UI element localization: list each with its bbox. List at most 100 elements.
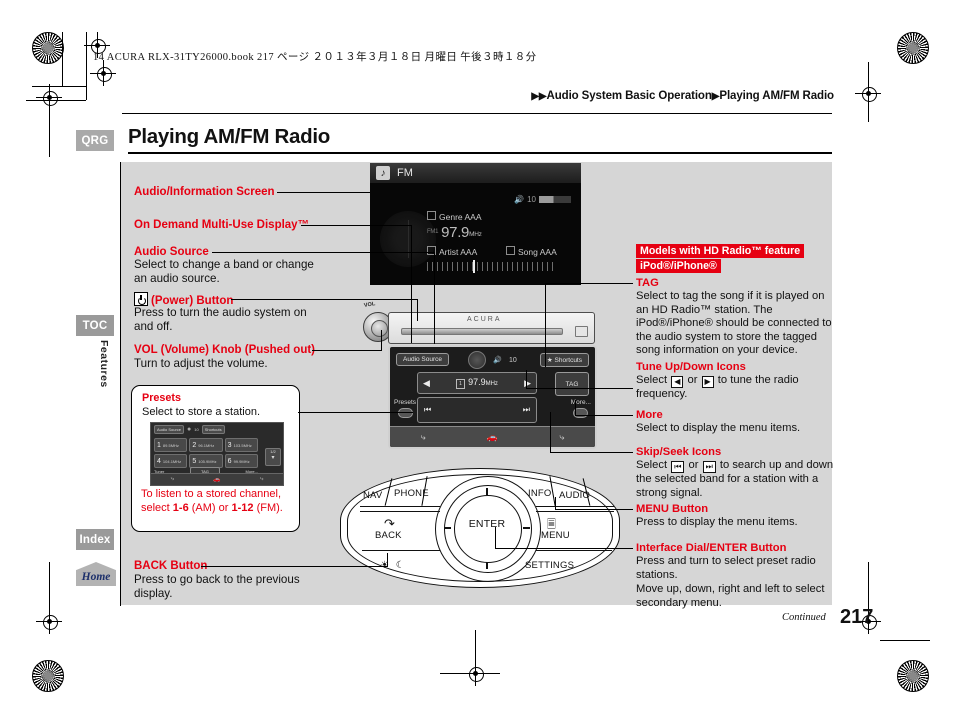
skip-back-icon[interactable]: ⏮	[424, 405, 431, 415]
genre-icon	[427, 211, 436, 220]
vol-knob-label: VOL	[363, 301, 376, 309]
leader-tune-v	[526, 370, 527, 389]
leader-odmd-v	[411, 225, 412, 343]
screen-title-bar: ♪ FM	[370, 163, 581, 183]
odmd-bottom-bar: ⤷ 🚗 ⤷	[390, 426, 595, 447]
leader-dial	[495, 548, 633, 549]
presets-knob-area[interactable]: Presets	[394, 399, 416, 418]
label-tag: TAG	[636, 277, 659, 289]
preset-number: 2	[192, 441, 197, 449]
controller-divider-left	[360, 506, 440, 508]
controller-button-settings[interactable]: SETTINGS	[525, 560, 574, 571]
text-interface-dial-1: Press and turn to select preset radio st…	[636, 555, 816, 581]
enter-button[interactable]: ENTER	[454, 518, 520, 530]
tag-button[interactable]: TAG	[555, 372, 589, 396]
presets-callout: Presets Select to store a station. Audio…	[131, 385, 300, 532]
controller-button-info[interactable]: INFO	[528, 488, 552, 499]
presets-callout-title: Presets	[142, 392, 182, 404]
label-power-button: (Power) Button	[134, 292, 233, 307]
preset-button[interactable]: 6 99.9MHz	[224, 454, 258, 468]
dial-tick-right	[523, 527, 530, 529]
note-range-am: 1-6	[172, 501, 189, 514]
controller-button-phone[interactable]: PHONE	[394, 488, 429, 499]
controller-divider-right	[536, 506, 614, 508]
label-vol-knob: VOL (Volume) Knob (Pushed out)	[134, 344, 316, 356]
sidebar-item-index[interactable]: Index	[76, 529, 114, 550]
header-rule	[122, 113, 832, 114]
label-audio-information-screen: Audio/Information Screen	[134, 186, 275, 198]
label-back-button: BACK Button	[134, 560, 208, 572]
leader-menu	[555, 509, 633, 510]
skip-forward-icon[interactable]: ⏭	[523, 405, 530, 415]
screen-band-label: FM	[397, 167, 413, 179]
sidebar-item-home[interactable]: Home	[76, 562, 116, 586]
tune-down-icon[interactable]: ◀	[423, 378, 430, 389]
leader-menu-v	[555, 497, 556, 510]
controller-button-audio[interactable]: AUDIO	[559, 490, 590, 501]
breadcrumb: ▶▶Audio System Basic Operation▶Playing A…	[531, 90, 834, 102]
presets-label: Presets	[394, 399, 417, 406]
thumb-seat-icon-right[interactable]: ⤷	[260, 476, 263, 483]
registration-rosette-top-left	[32, 32, 64, 64]
qrg-tab[interactable]: QRG	[76, 130, 114, 151]
preset-freq: 104.1MHz	[162, 458, 182, 464]
car-icon[interactable]: 🚗	[487, 432, 498, 443]
sidebar-item-toc[interactable]: TOC	[76, 315, 114, 336]
registration-rosette-top-right	[897, 32, 929, 64]
breadcrumb-arrow-icon: ▶▶	[531, 91, 547, 102]
preset-button[interactable]: 1 89.5MHz	[154, 438, 188, 452]
controller-divider-right-3	[536, 550, 612, 552]
odmd-frequency-row: ◀ 1 97.9MHz ▶	[417, 372, 537, 394]
audio-information-screen: ♪ FM 🔊 10 Genre AAA FM1 97.9MHz Artist AA…	[370, 163, 581, 285]
presets-thumb-top-row: Audio Source ● 10 Shortcuts	[151, 423, 283, 436]
controller-button-nav[interactable]: NAV	[363, 490, 382, 501]
leader-odmd	[301, 225, 411, 226]
print-book-line: 14 ACURA RLX-31TY26000.book 217 ページ ２０１３…	[93, 52, 537, 63]
skip-forward-icon: ⏭	[702, 461, 716, 473]
text-skip-seek: Select ⏮ or ⏭ to search up and down the …	[636, 459, 836, 500]
eject-button[interactable]	[575, 326, 588, 337]
label-skip-seek: Skip/Seek Icons	[636, 446, 722, 458]
leader-tag	[545, 283, 633, 284]
thumb-shortcuts-button[interactable]: Shortcuts	[201, 425, 225, 434]
thumb-car-icon[interactable]: 🚗	[213, 476, 220, 483]
audio-source-button[interactable]: Audio Source	[396, 353, 450, 366]
seat-icon-right[interactable]: ⤷	[559, 432, 564, 443]
registration-rosette-bottom-right	[897, 660, 929, 692]
screen-tuner-scale	[427, 260, 555, 273]
sidebar-section-features: Features	[98, 340, 110, 388]
label-audio-source: Audio Source	[134, 246, 209, 258]
preset-button[interactable]: 4 104.1MHz	[154, 454, 188, 468]
text-tag: Select to tag the song if it is played o…	[636, 290, 832, 357]
thumb-page-indicator[interactable]: 1/2 ▾	[265, 448, 281, 466]
leader-power	[231, 299, 417, 300]
preset-button[interactable]: 2 96.1MHz	[189, 438, 223, 452]
seat-icon-left[interactable]: ⤷	[421, 432, 426, 443]
presets-knob-icon[interactable]	[397, 408, 413, 418]
shortcuts-button[interactable]: ★ Shortcuts	[539, 352, 589, 367]
screen-genre: Genre AAA	[427, 211, 482, 222]
title-underline	[128, 152, 832, 154]
thumb-seat-icon-left[interactable]: ⤷	[171, 476, 174, 483]
page-title: Playing AM/FM Radio	[128, 125, 330, 148]
thumb-audio-source-button[interactable]: Audio Source	[154, 425, 185, 434]
leader-back	[201, 566, 387, 567]
controller-button-back[interactable]: BACK	[375, 530, 402, 541]
dial-tick-up	[486, 488, 488, 495]
brand-logo: ACURA	[467, 316, 502, 323]
breadcrumb-item-1: Audio System Basic Operation	[546, 90, 712, 102]
text-back-button: Press to go back to the previous display…	[134, 573, 300, 601]
skip-back-icon: ⏮	[671, 461, 685, 473]
screen-freq-value: 97.9	[441, 224, 470, 241]
note-range-fm: 1-12	[231, 501, 254, 514]
text-vol-knob: Turn to adjust the volume.	[134, 357, 268, 370]
leader-power-v	[417, 299, 418, 321]
text-menu-button: Press to display the menu items.	[636, 516, 798, 528]
preset-number: 6	[227, 457, 232, 465]
preset-button[interactable]: 5 105.9MHz	[189, 454, 223, 468]
controller-button-menu[interactable]: MENU	[541, 530, 570, 541]
chevron-down-icon[interactable]: ▾	[266, 454, 280, 461]
faceplate-buttons	[575, 326, 588, 337]
preset-button[interactable]: 3 103.5MHz	[224, 438, 258, 452]
leader-skip-v	[550, 412, 551, 453]
